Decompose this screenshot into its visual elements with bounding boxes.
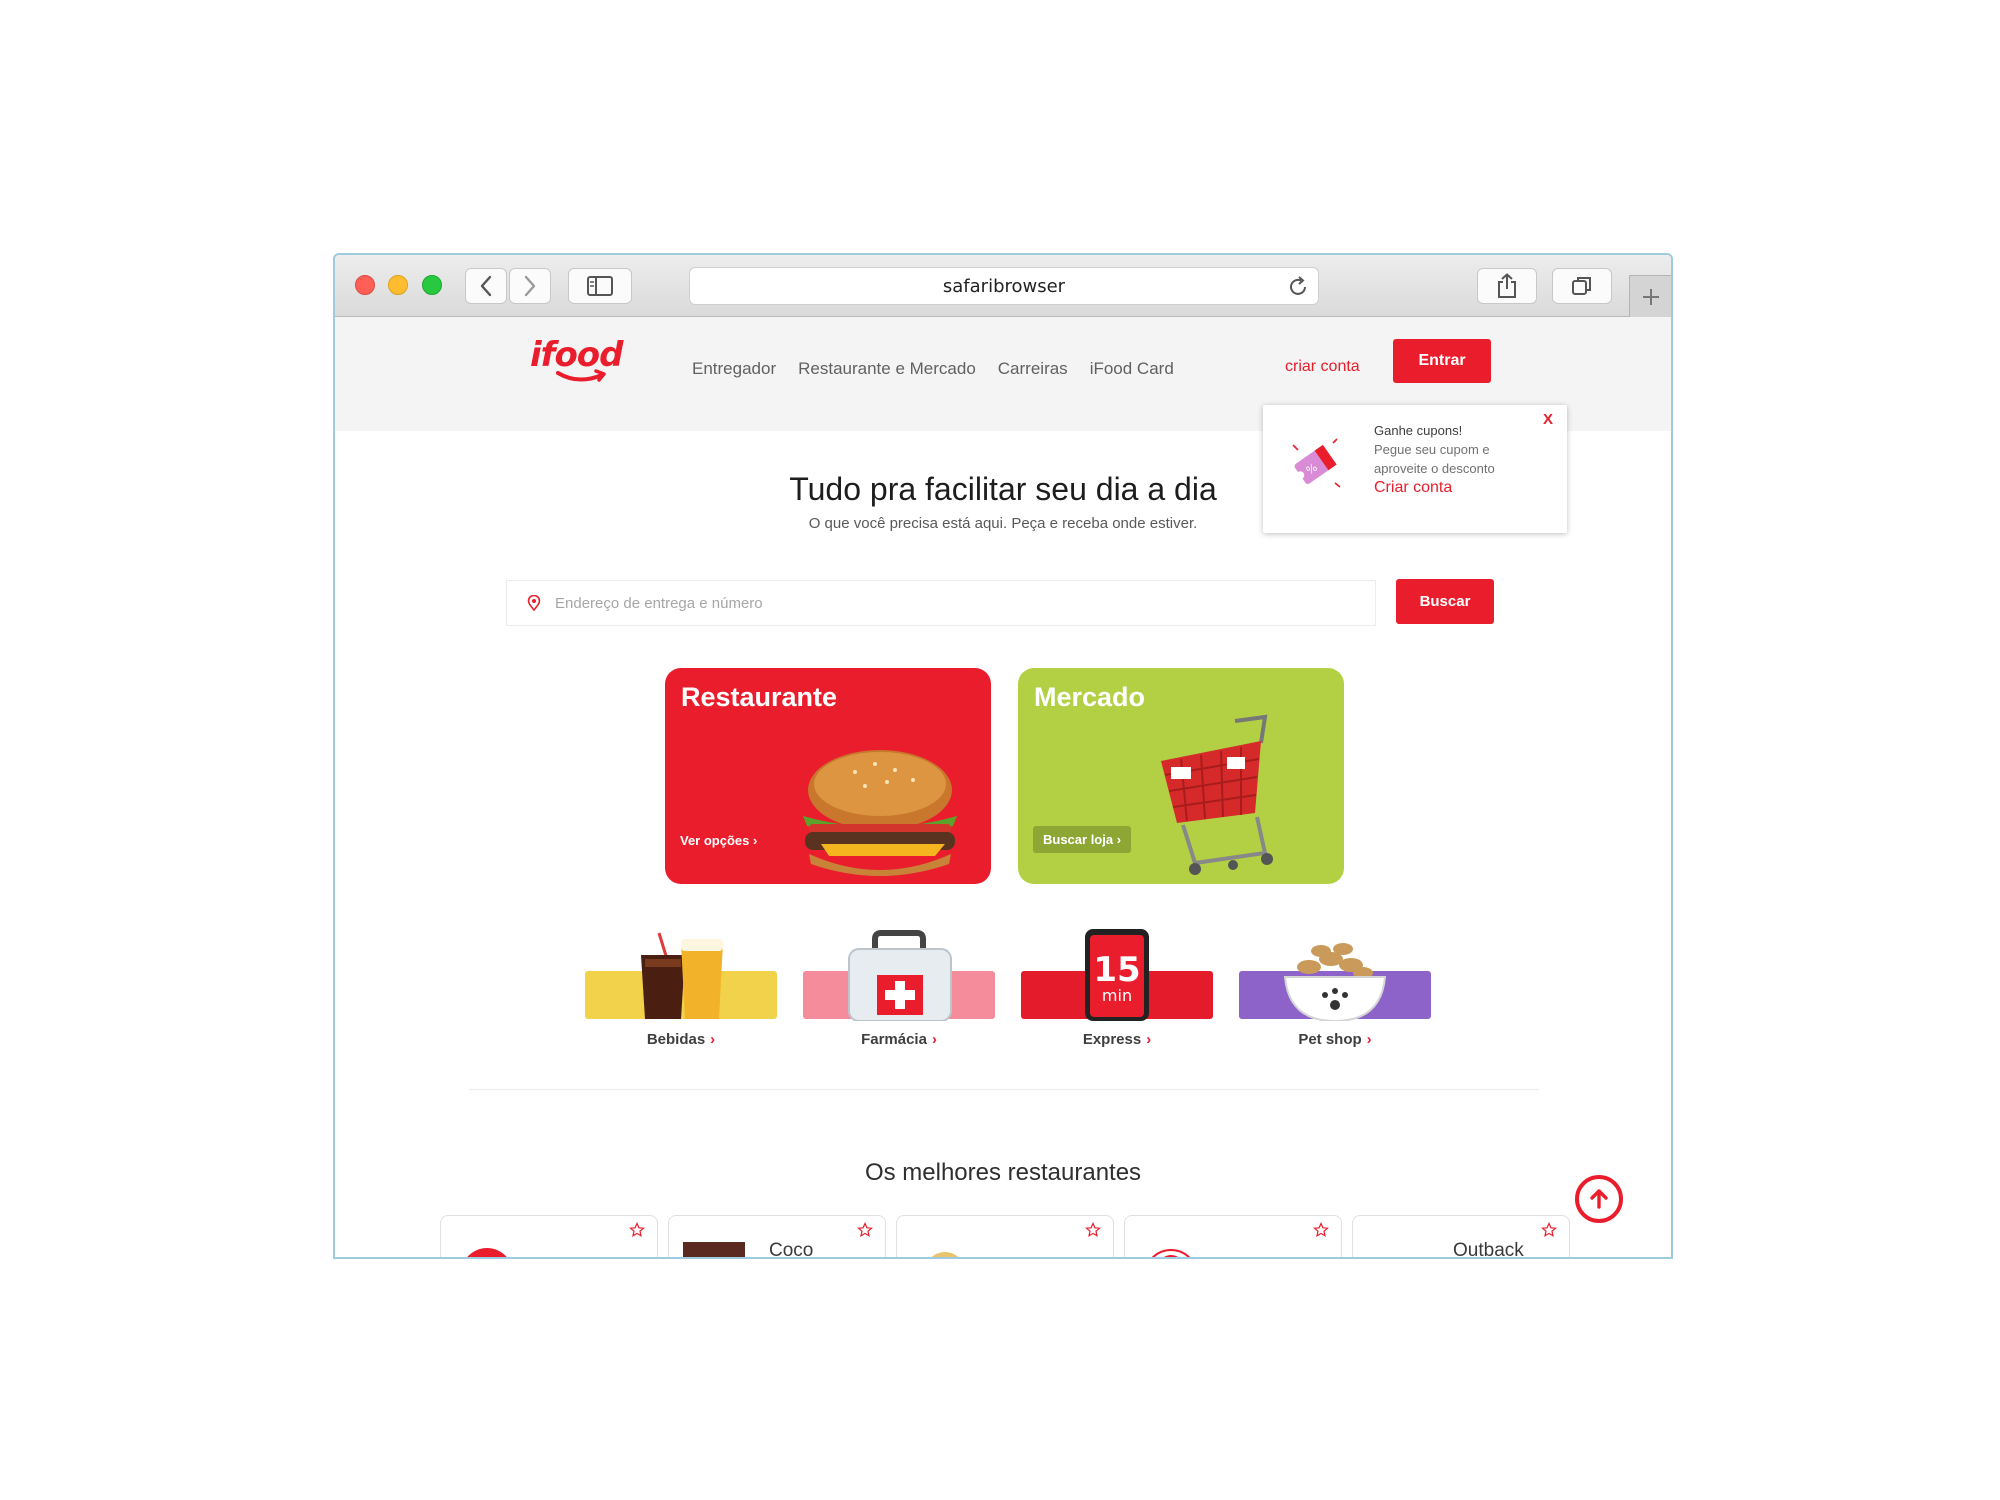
scroll-to-top-button[interactable] [1575, 1175, 1623, 1223]
express-badge-unit: min [1102, 986, 1132, 1005]
nav-carreiras[interactable]: Carreiras [998, 359, 1068, 379]
restaurante-card-title: Restaurante [681, 682, 838, 712]
chevron-right-icon [524, 275, 536, 297]
favorite-star-icon[interactable] [857, 1222, 873, 1238]
smile-swoosh-icon [556, 369, 606, 382]
address-input[interactable] [555, 594, 1335, 612]
category-express[interactable]: 15 min Express › [1021, 929, 1213, 1051]
chevron-right-icon: › [1366, 1031, 1372, 1048]
reload-icon[interactable] [1286, 275, 1310, 299]
restaurante-card[interactable]: Restaurante Ver opções › [665, 668, 991, 884]
chevron-right-icon: › [931, 1031, 937, 1048]
restaurant-logo [467, 1248, 507, 1257]
restaurant-name: Coco [769, 1240, 814, 1259]
sidebar-toggle-button[interactable] [568, 268, 632, 304]
buscar-button[interactable]: Buscar [1396, 579, 1494, 624]
express-badge-number: 15 [1093, 950, 1140, 990]
section-divider [469, 1089, 1539, 1090]
ver-opcoes-button[interactable]: Ver opções › [680, 833, 757, 848]
best-restaurants-title: Os melhores restaurantes [864, 1159, 1142, 1186]
restaurant-card[interactable] [1124, 1215, 1342, 1257]
new-tab-button[interactable] [1629, 275, 1671, 317]
sidebar-icon [587, 276, 613, 296]
arrow-up-icon [1590, 1189, 1608, 1209]
mercado-card-title: Mercado [1034, 682, 1146, 712]
address-bar[interactable]: safaribrowser [689, 267, 1319, 305]
express-label: Express › [1082, 1031, 1152, 1048]
pet-bowl-image [1283, 943, 1387, 1021]
minimize-window-button[interactable] [388, 275, 408, 295]
ifood-logo[interactable]: ifood [530, 335, 624, 382]
restaurant-card[interactable]: Coco [668, 1215, 886, 1259]
restaurant-logo [931, 1252, 959, 1257]
plus-icon [1642, 288, 1659, 305]
chevron-left-icon [480, 275, 492, 297]
restaurant-name: Outback [1453, 1240, 1524, 1259]
phone-15min-image: 15 min [1085, 929, 1149, 1021]
back-button[interactable] [465, 268, 507, 304]
address-search-field[interactable] [506, 580, 1376, 626]
restaurant-card[interactable] [440, 1215, 658, 1257]
location-pin-icon [527, 595, 541, 611]
nav-restaurante-mercado[interactable]: Restaurante e Mercado [798, 359, 976, 379]
popup-close-button[interactable]: X [1543, 411, 1553, 428]
popup-title: Ganhe cupons! [1374, 423, 1463, 438]
browser-window: safaribrowser ifood Entregador Restauran… [333, 253, 1673, 1259]
share-icon [1498, 273, 1516, 298]
favorite-star-icon[interactable] [629, 1222, 645, 1238]
browser-toolbar: safaribrowser [335, 255, 1671, 317]
favorite-star-icon[interactable] [1541, 1222, 1557, 1238]
buscar-loja-button[interactable]: Buscar loja › [1033, 826, 1132, 853]
favorite-star-icon[interactable] [1085, 1222, 1101, 1238]
chevron-right-icon: › [1146, 1031, 1152, 1048]
drinks-image [641, 932, 723, 1019]
coupon-popup: X % Ganhe cupons! Pegue seu cupom e apro… [1263, 405, 1567, 533]
shopping-cart-image [1161, 714, 1273, 875]
zoom-window-button[interactable] [422, 275, 442, 295]
restaurant-logo [683, 1242, 745, 1257]
pet-shop-label: Pet shop › [1298, 1031, 1372, 1048]
burger-image [803, 750, 957, 876]
restaurant-logo [1151, 1249, 1191, 1257]
share-button[interactable] [1477, 268, 1537, 304]
tabs-overview-button[interactable] [1552, 268, 1612, 304]
nav-entregador[interactable]: Entregador [692, 359, 776, 379]
category-farmacia[interactable]: Farmácia › [803, 929, 995, 1051]
chevron-right-icon: › [710, 1031, 716, 1048]
category-bebidas[interactable]: Bebidas › [585, 929, 777, 1051]
mercado-card[interactable]: Mercado Buscar loja › [1018, 668, 1344, 884]
url-text: safaribrowser [942, 275, 1066, 297]
farmacia-label: Farmácia › [861, 1031, 937, 1048]
close-window-button[interactable] [355, 275, 375, 295]
popup-criar-conta-link[interactable]: Criar conta [1374, 478, 1504, 497]
category-pet-shop[interactable]: Pet shop › [1239, 929, 1431, 1051]
popup-text: Ganhe cupons! Pegue seu cupom e aproveit… [1374, 421, 1504, 497]
forward-button[interactable] [509, 268, 551, 304]
restaurant-card[interactable] [896, 1215, 1114, 1257]
bebidas-label: Bebidas › [646, 1031, 716, 1048]
entrar-button[interactable]: Entrar [1393, 339, 1491, 383]
favorite-star-icon[interactable] [1313, 1222, 1329, 1238]
main-nav: Entregador Restaurante e Mercado Carreir… [692, 359, 1174, 379]
popup-body: Pegue seu cupom e aproveite o desconto [1374, 442, 1495, 476]
restaurant-card[interactable]: Outback [1352, 1215, 1570, 1259]
first-aid-kit-image [848, 930, 952, 1021]
coupon-ticket-icon: % [1292, 438, 1341, 488]
tabs-icon [1572, 277, 1591, 295]
criar-conta-link[interactable]: criar conta [1285, 358, 1360, 376]
nav-ifood-card[interactable]: iFood Card [1090, 359, 1174, 379]
